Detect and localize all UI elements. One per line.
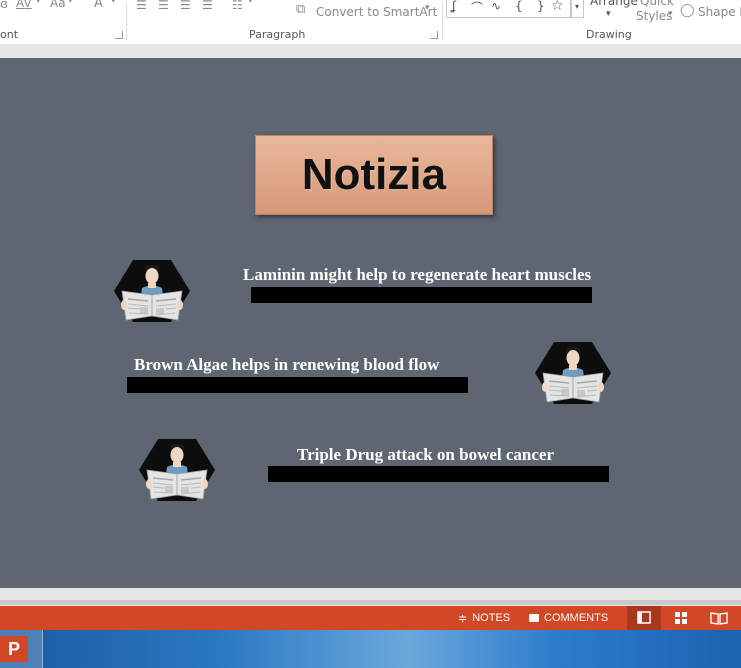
font-dialog-launcher[interactable] — [115, 31, 123, 39]
gallery-more-button[interactable]: ▾ — [570, 0, 584, 18]
arc-shape-icon[interactable]: ⌒ — [471, 0, 483, 16]
arrange-button[interactable]: Arrange — [590, 0, 638, 8]
brace-right-icon[interactable]: } — [537, 0, 545, 13]
headline-3[interactable]: Triple Drug attack on bowel cancer — [297, 445, 554, 465]
font-partial[interactable]: ɞ — [0, 0, 8, 11]
headline-2[interactable]: Brown Algae helps in renewing blood flow — [134, 355, 439, 375]
align-right-icon[interactable]: ☰ — [180, 0, 191, 12]
change-case-button[interactable]: Aa — [50, 0, 66, 10]
shape-effects-icon: ◯ — [680, 3, 695, 18]
normal-view-icon — [637, 611, 651, 624]
normal-view-button[interactable] — [627, 606, 661, 630]
chevron-down-icon[interactable]: ▾ — [668, 9, 673, 19]
chevron-down-icon[interactable]: ▾ — [248, 0, 253, 6]
newspaper-reader-icon[interactable] — [137, 437, 217, 503]
font-group-label: ont — [0, 28, 19, 41]
paragraph-dialog-launcher[interactable] — [430, 31, 438, 39]
headline-1[interactable]: Laminin might help to regenerate heart m… — [243, 265, 591, 285]
group-divider — [442, 2, 443, 40]
chevron-down-icon[interactable]: ▾ — [606, 9, 611, 19]
align-center-icon[interactable]: ☰ — [158, 0, 169, 12]
shape-effects-button[interactable]: Shape E — [698, 5, 741, 19]
horizontal-scrollbar[interactable] — [0, 600, 741, 605]
shapes-gallery[interactable]: ʆ ⌒ ∿ { } ☆ — [446, 0, 572, 18]
quick-styles-label-1[interactable]: Quick — [640, 0, 674, 8]
reading-view-icon — [710, 612, 728, 625]
brace-left-icon[interactable]: { — [515, 0, 523, 13]
curve-shape-icon[interactable]: ∿ — [491, 0, 501, 13]
status-bar: ≑ NOTES COMMENTS — [0, 606, 741, 630]
slide-canvas[interactable]: Notizia Laminin might help to regenerate… — [0, 58, 741, 588]
paragraph-group-label: Paragraph — [249, 28, 306, 41]
convert-smartart-button[interactable]: Convert to SmartArt — [316, 5, 437, 19]
powerpoint-taskbar-button[interactable]: P — [0, 630, 43, 668]
chevron-down-icon[interactable]: ▾ — [111, 0, 116, 6]
title-box[interactable]: Notizia — [255, 135, 493, 215]
notes-icon: ≑ — [458, 612, 468, 625]
notes-button[interactable]: ≑ NOTES — [458, 606, 510, 630]
columns-icon[interactable]: ☷ — [232, 0, 243, 12]
headline-3-bar[interactable] — [268, 466, 609, 482]
chevron-down-icon[interactable]: ▾ — [36, 0, 41, 6]
powerpoint-icon: P — [0, 636, 28, 662]
group-divider — [126, 2, 127, 40]
newspaper-reader-icon[interactable] — [533, 340, 613, 406]
slide-sorter-icon — [675, 612, 687, 624]
headline-1-bar[interactable] — [251, 287, 592, 303]
comments-label: COMMENTS — [544, 612, 609, 624]
slide-sorter-button[interactable] — [672, 606, 692, 630]
newspaper-reader-icon[interactable] — [112, 258, 192, 324]
reading-view-button[interactable] — [708, 606, 730, 630]
ribbon: ɞ AV ▾ Aa ▾ A ▾ ☰ ☰ ☰ ☰ ☷ ▾ ⧉ Convert to… — [0, 0, 741, 45]
taskbar: P — [0, 630, 741, 668]
freeform-shape-icon[interactable]: ʆ — [452, 0, 456, 13]
align-left-icon[interactable]: ☰ — [136, 0, 147, 12]
comment-icon — [529, 614, 539, 622]
font-color-button[interactable]: A — [94, 0, 103, 11]
char-spacing-button[interactable]: AV — [16, 0, 32, 10]
drawing-group-label: Drawing — [586, 28, 632, 41]
chevron-down-icon[interactable]: ▾ — [68, 0, 73, 6]
smartart-icon: ⧉ — [296, 2, 306, 17]
slide-title: Notizia — [301, 150, 447, 199]
headline-2-bar[interactable] — [127, 377, 468, 393]
justify-icon[interactable]: ☰ — [202, 0, 213, 12]
comments-button[interactable]: COMMENTS — [529, 606, 608, 630]
notes-label: NOTES — [472, 612, 511, 624]
chevron-down-icon[interactable]: ▾ — [425, 3, 430, 13]
quick-styles-label-2[interactable]: Styles — [636, 9, 672, 23]
star-shape-icon[interactable]: ☆ — [551, 0, 564, 14]
editor-background — [0, 44, 741, 58]
